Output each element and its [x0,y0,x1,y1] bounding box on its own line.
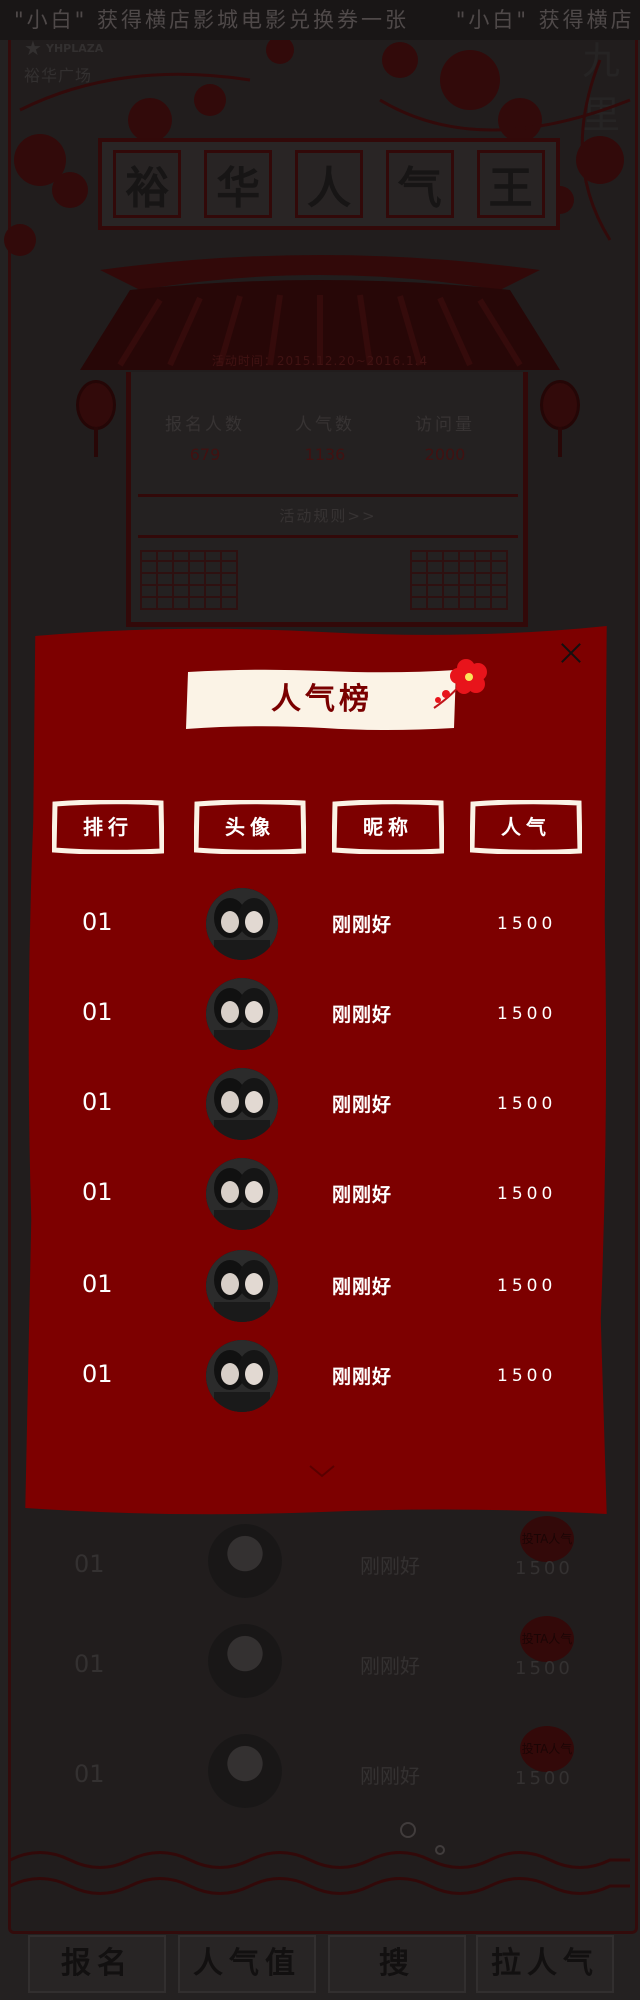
nickname: 刚刚好 [332,914,393,936]
popularity: 1500 [497,1276,557,1296]
popularity: 1500 [497,1004,557,1024]
nickname: 刚刚好 [332,1004,393,1026]
nickname: 刚刚好 [332,1094,393,1116]
table-row[interactable]: 01 刚刚好 1500 [22,1340,610,1420]
rank: 01 [82,1088,113,1116]
header-nickname: 昵称 [332,800,444,854]
rank: 01 [82,998,113,1026]
chevron-down-icon[interactable] [308,1464,336,1478]
table-row[interactable]: 01 刚刚好 1500 [22,1068,610,1148]
avatar [206,1340,278,1412]
header-popularity: 人气 [470,800,582,854]
header-label: 排行 [83,815,133,839]
nickname: 刚刚好 [332,1276,393,1298]
header-label: 人气 [501,815,551,839]
nickname: 刚刚好 [332,1184,393,1206]
modal-title: 人气榜 [271,682,373,717]
avatar [206,1158,278,1230]
avatar [206,888,278,960]
header-rank: 排行 [52,800,164,854]
table-row[interactable]: 01 刚刚好 1500 [22,888,610,968]
plum-blossom-icon [433,659,487,709]
avatar [206,1068,278,1140]
rank: 01 [82,1360,113,1388]
avatar [206,978,278,1050]
rank: 01 [82,1270,113,1298]
avatar [206,1250,278,1322]
rank: 01 [82,908,113,936]
header-avatar: 头像 [194,800,306,854]
table-row[interactable]: 01 刚刚好 1500 [22,1158,610,1238]
header-label: 头像 [225,815,275,839]
close-icon[interactable] [556,638,586,668]
popularity: 1500 [497,1366,557,1386]
popularity: 1500 [497,1094,557,1114]
rank: 01 [82,1178,113,1206]
nickname: 刚刚好 [332,1366,393,1388]
popularity: 1500 [497,914,557,934]
table-row[interactable]: 01 刚刚好 1500 [22,1250,610,1330]
popularity: 1500 [497,1184,557,1204]
header-label: 昵称 [363,815,413,839]
table-row[interactable]: 01 刚刚好 1500 [22,978,610,1058]
